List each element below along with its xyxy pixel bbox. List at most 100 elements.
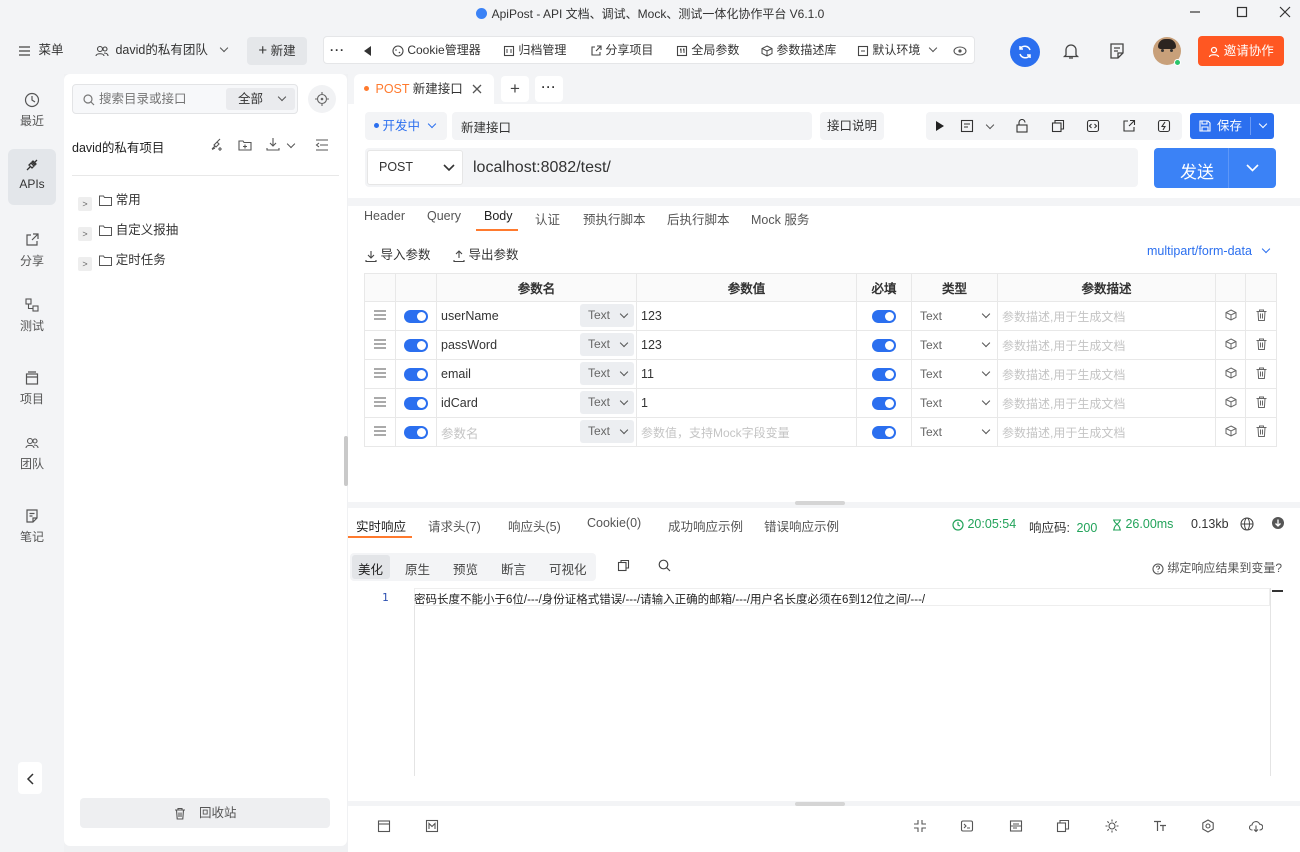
more-icon[interactable]: ··· [330, 37, 345, 63]
bind-response-button[interactable]: 绑定响应结果到变量? [1152, 559, 1282, 576]
drag-handle-icon[interactable] [364, 301, 396, 331]
folder-item[interactable]: > 定时任务 [78, 250, 166, 271]
param-name-field[interactable]: userName [441, 309, 499, 323]
flash-icon[interactable] [1157, 119, 1171, 133]
required-toggle[interactable] [872, 339, 896, 353]
locate-button[interactable] [308, 85, 336, 113]
play-icon[interactable] [935, 121, 945, 131]
type-select[interactable]: Text [911, 301, 998, 331]
settings-icon[interactable] [1201, 819, 1215, 833]
code-icon[interactable] [1086, 119, 1100, 133]
tab-cookie[interactable]: Cookie(0) [587, 516, 641, 530]
cube-icon[interactable] [1215, 417, 1246, 447]
environment-selector[interactable]: 默认环境 [857, 37, 937, 63]
markdown-icon[interactable] [425, 819, 439, 833]
field-type-select[interactable]: Text [580, 362, 634, 385]
cube-icon[interactable] [1215, 301, 1246, 331]
status-selector[interactable]: 开发中 [365, 112, 447, 140]
api-doc-button[interactable]: 接口说明 [820, 112, 884, 140]
required-toggle[interactable] [872, 368, 896, 382]
enable-toggle[interactable] [404, 339, 428, 353]
download-icon[interactable] [1271, 516, 1285, 530]
enable-toggle[interactable] [404, 310, 428, 324]
cube-icon[interactable] [1215, 359, 1246, 389]
drag-handle-icon[interactable] [364, 359, 396, 389]
global-params-button[interactable]: 全局参数 [676, 37, 739, 63]
folder-item[interactable]: > 常用 [78, 190, 141, 211]
tab-response-headers[interactable]: 响应头(5) [508, 516, 561, 535]
globe-icon[interactable] [1240, 517, 1254, 531]
copy-icon[interactable] [1056, 819, 1070, 833]
copy-icon[interactable] [617, 559, 630, 572]
share-project-button[interactable]: 分享项目 [590, 37, 653, 63]
view-preview[interactable]: 预览 [453, 559, 478, 578]
notes-button[interactable] [1108, 42, 1126, 63]
save-button[interactable]: 保存 [1190, 113, 1274, 139]
drag-handle-icon[interactable] [364, 417, 396, 447]
type-select[interactable]: Text [911, 388, 998, 418]
nav-item-apis[interactable]: APIs [8, 149, 56, 205]
delete-icon[interactable] [1245, 359, 1277, 389]
tab-body[interactable]: Body [484, 209, 513, 223]
expand-icon[interactable]: > [78, 257, 92, 271]
collapse-all-icon[interactable] [315, 138, 329, 152]
view-raw[interactable]: 原生 [405, 559, 430, 578]
nav-item-share[interactable]: 分享 [8, 224, 56, 280]
param-value-field[interactable]: 123 [641, 338, 662, 352]
copy-icon[interactable] [1051, 119, 1065, 133]
import-icon[interactable] [266, 137, 280, 151]
cube-icon[interactable] [1215, 388, 1246, 418]
param-value-field[interactable]: 123 [641, 309, 662, 323]
document-icon[interactable] [960, 119, 974, 133]
nav-item-project[interactable]: 项目 [8, 362, 56, 418]
eye-button[interactable] [953, 37, 967, 63]
tab-more-button[interactable]: ··· [535, 76, 563, 102]
search-input[interactable] [99, 90, 219, 108]
tab-realtime-response[interactable]: 实时响应 [356, 516, 406, 535]
minimize-button[interactable] [1172, 0, 1218, 28]
tab-new-api[interactable]: POST 新建接口 [354, 74, 494, 104]
scroll-left-icon[interactable] [364, 37, 372, 63]
notification-button[interactable] [1062, 42, 1080, 63]
new-button[interactable]: + 新建 [247, 37, 307, 65]
required-toggle[interactable] [872, 397, 896, 411]
nav-item-notes[interactable]: 笔记 [8, 500, 56, 556]
menu-button[interactable]: 菜单 [18, 36, 64, 64]
delete-icon[interactable] [1245, 301, 1277, 331]
param-name-field[interactable]: passWord [441, 338, 497, 352]
field-type-select[interactable]: Text [580, 391, 634, 414]
terminal-icon[interactable] [960, 819, 974, 833]
chevron-down-icon[interactable] [286, 139, 296, 149]
chevron-down-icon[interactable] [985, 120, 995, 130]
filter-select[interactable]: 全部 [226, 88, 295, 110]
editor-scrollbar[interactable] [1270, 588, 1284, 776]
tab-success-example[interactable]: 成功响应示例 [668, 516, 743, 535]
cube-icon[interactable] [1215, 330, 1246, 360]
lock-icon[interactable] [1016, 119, 1028, 133]
tab-error-example[interactable]: 错误响应示例 [764, 516, 839, 535]
close-tab-icon[interactable] [472, 84, 482, 94]
param-value-field[interactable]: 参数值，支持Mock字段变量 [641, 426, 790, 440]
api-name-input[interactable] [452, 112, 812, 140]
required-toggle[interactable] [872, 426, 896, 440]
param-value-field[interactable]: 11 [641, 367, 654, 381]
type-select[interactable]: Text [911, 359, 998, 389]
field-type-select[interactable]: Text [580, 333, 634, 356]
bottom-resize-handle[interactable] [795, 802, 845, 806]
response-resize-handle[interactable] [795, 501, 845, 505]
param-name-field[interactable]: idCard [441, 396, 478, 410]
tab-mock[interactable]: Mock 服务 [751, 209, 809, 228]
content-type-selector[interactable]: multipart/form-data [1147, 244, 1271, 258]
url-input[interactable] [473, 157, 1113, 179]
nav-item-test[interactable]: 测试 [8, 289, 56, 345]
font-size-icon[interactable] [1153, 819, 1167, 833]
import-params-button[interactable]: 导入参数 [365, 244, 431, 263]
expand-icon[interactable]: > [78, 227, 92, 241]
tab-request-headers[interactable]: 请求头(7) [428, 516, 481, 535]
type-select[interactable]: Text [911, 417, 998, 447]
team-selector[interactable]: david的私有团队 [95, 36, 229, 64]
send-button[interactable]: 发送 [1154, 148, 1276, 188]
param-desc-field[interactable]: 参数描述,用于生成文档 [1002, 426, 1125, 440]
maximize-button[interactable] [1219, 0, 1265, 28]
param-value-field[interactable]: 1 [641, 396, 648, 410]
